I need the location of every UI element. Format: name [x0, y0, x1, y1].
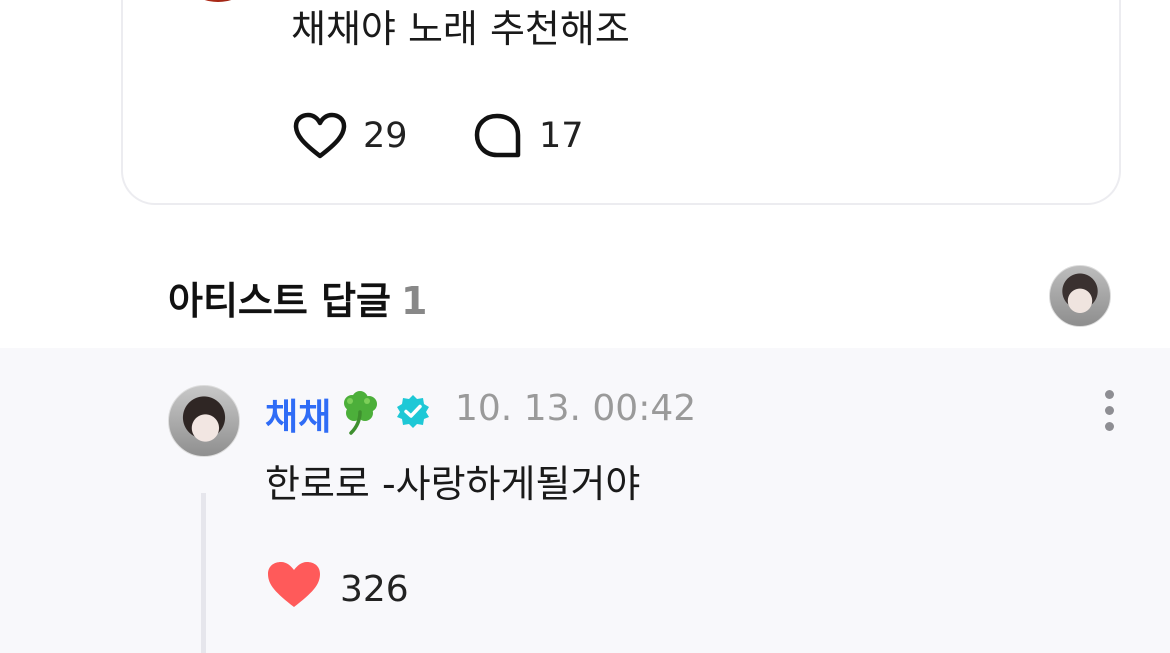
reply-author-name[interactable]: 채채 [265, 388, 331, 440]
reply-text: 한로로 -사랑하게될거야 [265, 462, 641, 506]
heart-filled-icon [266, 560, 322, 619]
artist-replies-heading: 아티스트 답글 1 [168, 270, 427, 325]
clover-icon [336, 388, 384, 436]
more-options-icon[interactable] [1101, 390, 1117, 431]
artist-reply: 채채 10. 13. 00:42 한로로 -사랑하게될거야 326 [0, 348, 1170, 653]
reply-like-button[interactable]: 326 [266, 560, 409, 619]
post-author-avatar[interactable] [173, 0, 263, 2]
reply-author-avatar[interactable] [168, 385, 240, 457]
heart-outline-icon [293, 112, 347, 160]
artist-replies-title: 아티스트 답글 [168, 279, 391, 323]
post-like-count: 29 [363, 116, 408, 156]
post-comment-button[interactable]: 17 [473, 112, 584, 160]
verified-badge-icon [396, 394, 430, 428]
post-text: 채채야 노래 추천해조 [291, 7, 630, 51]
post-comment-count: 17 [539, 116, 584, 156]
reply-like-count: 326 [340, 569, 409, 610]
post-card: 채채야 노래 추천해조 29 17 [121, 0, 1121, 205]
reply-timestamp: 10. 13. 00:42 [455, 388, 697, 429]
reply-thread-line [201, 493, 206, 653]
artist-avatar[interactable] [1049, 265, 1111, 327]
artist-replies-count: 1 [401, 279, 428, 323]
post-like-button[interactable]: 29 [293, 112, 408, 160]
comment-bubble-icon [473, 112, 523, 160]
